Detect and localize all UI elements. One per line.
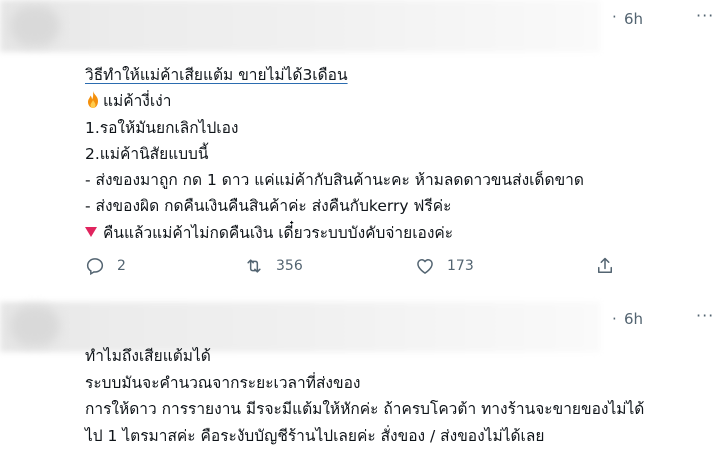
tweet-text: ทำไมถึงเสียแต้มได้ ระบบมันจะคำนวณจากระยะ…	[85, 343, 715, 449]
retweet-count: 356	[276, 258, 303, 274]
share-icon	[595, 256, 615, 276]
tweet[interactable]: · 6h ··· วิธีทำให้แม่ค้าเสียแต้ม ขายไม่ไ…	[0, 0, 725, 300]
tweet-line: - ส่งของผิด กดคืนเงินคืนสินค้าค่ะ ส่งคืน…	[85, 193, 715, 219]
reply-count: 2	[117, 258, 126, 274]
tweet-actions: 2 356 173	[85, 256, 625, 280]
tweet-line: ระบบมันจะคำนวณจากระยะเวลาที่ส่งของ	[85, 370, 715, 397]
tweet-line-text: คืนแล้วแม่ค้าไม่กดคืนเงิน เดี๋ยวระบบบังค…	[103, 224, 453, 242]
heart-icon	[415, 256, 435, 276]
separator-dot: ·	[612, 310, 617, 328]
tweet-timestamp[interactable]: 6h	[624, 10, 643, 28]
more-options-icon[interactable]: ···	[696, 306, 714, 325]
tweet-line: - ส่งของมาถูก กด 1 ดาว แค่แม่ค้ากับสินค้…	[85, 167, 715, 193]
share-button[interactable]	[595, 256, 615, 276]
tweet-line-text: แม่ค้างี่เง่า	[103, 92, 171, 110]
separator-dot: ·	[612, 8, 617, 26]
like-button[interactable]: 173	[415, 256, 474, 276]
red-triangle-down-icon	[85, 227, 97, 237]
tweet-line: การให้ดาว การรายงาน มีรจะมีแต้มให้หักค่ะ…	[85, 396, 715, 423]
retweet-button[interactable]: 356	[244, 256, 303, 276]
tweet-line: แม่ค้างี่เง่า	[85, 88, 715, 114]
reply-button[interactable]: 2	[85, 256, 126, 276]
tweet[interactable]: · 6h ··· ทำไมถึงเสียแต้มได้ ระบบมันจะคำน…	[0, 300, 725, 441]
tweet-line: ไป 1 ไตรมาสค่ะ คือระงับบัญชีร้านไปเลยค่ะ…	[85, 423, 715, 449]
tweet-line: วิธีทำให้แม่ค้าเสียแต้ม ขายไม่ได้3เดือน	[85, 62, 715, 88]
tweet-timestamp[interactable]: 6h	[624, 310, 643, 328]
tweet-line: ทำไมถึงเสียแต้มได้	[85, 343, 715, 370]
like-count: 173	[447, 258, 474, 274]
reply-icon	[85, 256, 105, 276]
avatar[interactable]	[10, 306, 60, 346]
tweet-text: วิธีทำให้แม่ค้าเสียแต้ม ขายไม่ได้3เดือน …	[85, 62, 715, 246]
more-options-icon[interactable]: ···	[696, 6, 714, 25]
tweet-line: 2.แม่ค้านิสัยแบบนี้	[85, 141, 715, 167]
tweet-line: 1.รอให้มันยกเลิกไปเอง	[85, 115, 715, 141]
fire-icon	[85, 91, 101, 109]
avatar[interactable]	[10, 6, 60, 46]
redacted-header	[0, 0, 600, 52]
retweet-icon	[244, 256, 264, 276]
tweet-line: คืนแล้วแม่ค้าไม่กดคืนเงิน เดี๋ยวระบบบังค…	[85, 220, 715, 246]
